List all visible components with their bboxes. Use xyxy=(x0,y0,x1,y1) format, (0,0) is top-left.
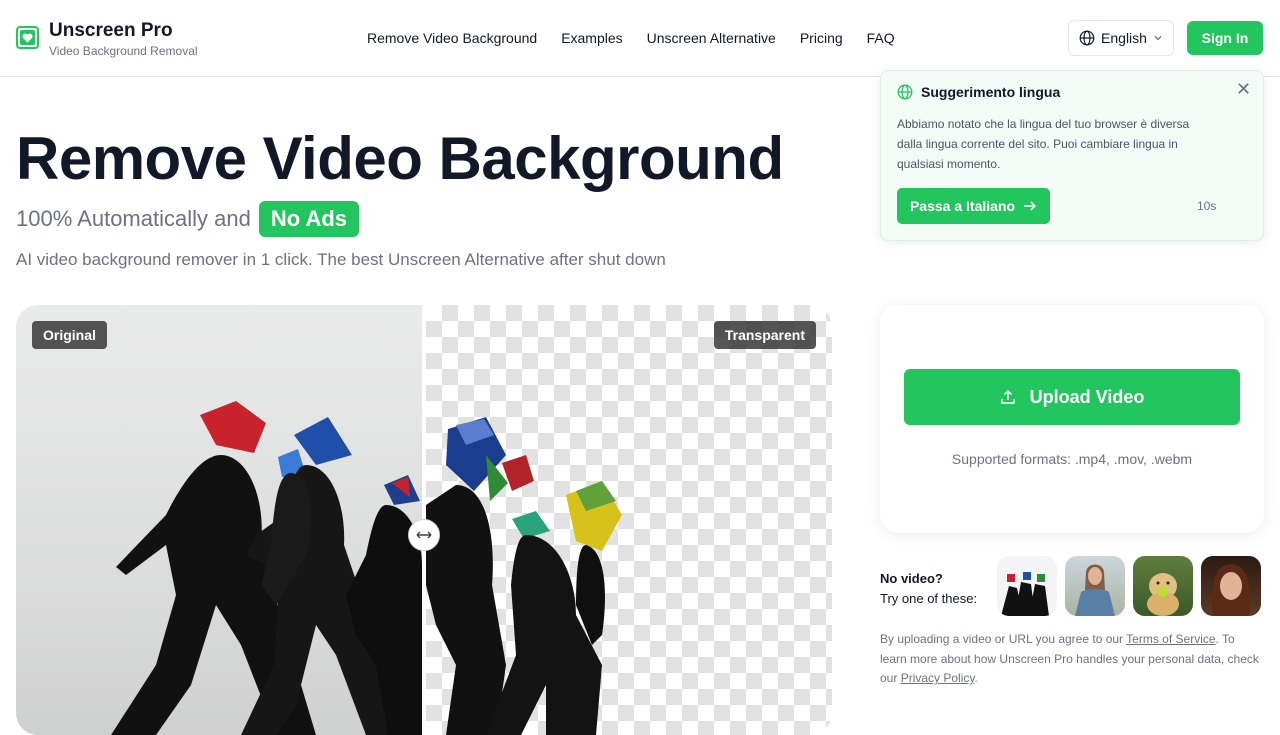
language-suggestion-popup: Suggerimento lingua ✕ Abbiamo notato che… xyxy=(880,70,1264,241)
dancers-image xyxy=(111,401,422,735)
sample-video-dancers[interactable] xyxy=(997,556,1057,616)
no-ads-badge: No Ads xyxy=(258,201,360,237)
sign-in-button[interactable]: Sign In xyxy=(1187,21,1263,55)
original-preview: Original xyxy=(16,305,422,735)
upload-button-label: Upload Video xyxy=(1029,386,1145,407)
original-tag: Original xyxy=(32,321,107,349)
no-video-question: No video? xyxy=(880,571,943,586)
nav-faq[interactable]: FAQ xyxy=(867,30,895,46)
before-after-comparison[interactable]: Original Transparent xyxy=(16,305,832,735)
brand-name: Unscreen Pro xyxy=(49,20,173,41)
nav-remove-video-background[interactable]: Remove Video Background xyxy=(367,30,537,46)
sample-thumbnails xyxy=(997,556,1261,616)
try-samples-text: Try one of these: xyxy=(880,591,978,606)
chevron-down-icon xyxy=(1154,36,1162,41)
horizontal-arrows-icon xyxy=(416,531,432,539)
dancers-cutout-image xyxy=(426,417,622,735)
page-title: Remove Video Background xyxy=(16,125,784,192)
site-header: Unscreen Pro Video Background Removal Re… xyxy=(0,0,1280,77)
slider-handle[interactable] xyxy=(408,519,440,551)
brand-logo[interactable]: Unscreen Pro Video Background Removal xyxy=(16,20,198,60)
upload-card: Upload Video Supported formats: .mp4, .m… xyxy=(880,305,1264,533)
language-selector[interactable]: English xyxy=(1068,20,1174,56)
globe-icon xyxy=(1079,30,1095,46)
hero-description: AI video background remover in 1 click. … xyxy=(16,250,666,269)
upload-icon xyxy=(1000,389,1015,404)
nav-examples[interactable]: Examples xyxy=(561,30,622,46)
brand-tagline: Video Background Removal xyxy=(49,44,198,58)
privacy-policy-link[interactable]: Privacy Policy xyxy=(901,671,975,685)
terms-of-service-link[interactable]: Terms of Service xyxy=(1126,632,1215,646)
popup-title: Suggerimento lingua xyxy=(921,84,1061,100)
popup-header: Suggerimento lingua xyxy=(897,84,1060,100)
popup-message: Abbiamo notato che la lingua del tuo bro… xyxy=(897,117,1190,171)
legal-text-1: By uploading a video or URL you agree to… xyxy=(880,632,1127,646)
subtitle-text: 100% Automatically and xyxy=(16,206,251,231)
arrow-right-icon xyxy=(1024,201,1037,211)
upload-video-button[interactable]: Upload Video xyxy=(904,369,1240,425)
close-icon[interactable]: ✕ xyxy=(1236,79,1251,100)
transparent-tag: Transparent xyxy=(713,321,816,349)
nav-unscreen-alternative[interactable]: Unscreen Alternative xyxy=(647,30,776,46)
nav-pricing[interactable]: Pricing xyxy=(800,30,843,46)
language-label: English xyxy=(1101,30,1147,46)
supported-formats: Supported formats: .mp4, .mov, .webm xyxy=(951,451,1193,467)
transparent-preview: Transparent xyxy=(426,305,832,735)
globe-icon xyxy=(897,84,913,100)
main-nav: Remove Video Background Examples Unscree… xyxy=(367,30,895,46)
hero-subtitle: 100% Automatically and No Ads xyxy=(16,201,360,237)
popup-countdown: 10s xyxy=(1197,199,1217,213)
sample-video-woman-portrait[interactable] xyxy=(1201,556,1261,616)
legal-notice: By uploading a video or URL you agree to… xyxy=(880,630,1264,689)
sample-video-woman-denim[interactable] xyxy=(1065,556,1125,616)
switch-to-italian-button[interactable]: Passa a Italiano xyxy=(897,188,1050,224)
logo-icon xyxy=(16,26,39,49)
legal-text-3: . xyxy=(974,671,978,685)
switch-language-label: Passa a Italiano xyxy=(909,198,1016,214)
sample-video-dog[interactable] xyxy=(1133,556,1193,616)
sample-prompt: No video? Try one of these: xyxy=(880,569,977,609)
